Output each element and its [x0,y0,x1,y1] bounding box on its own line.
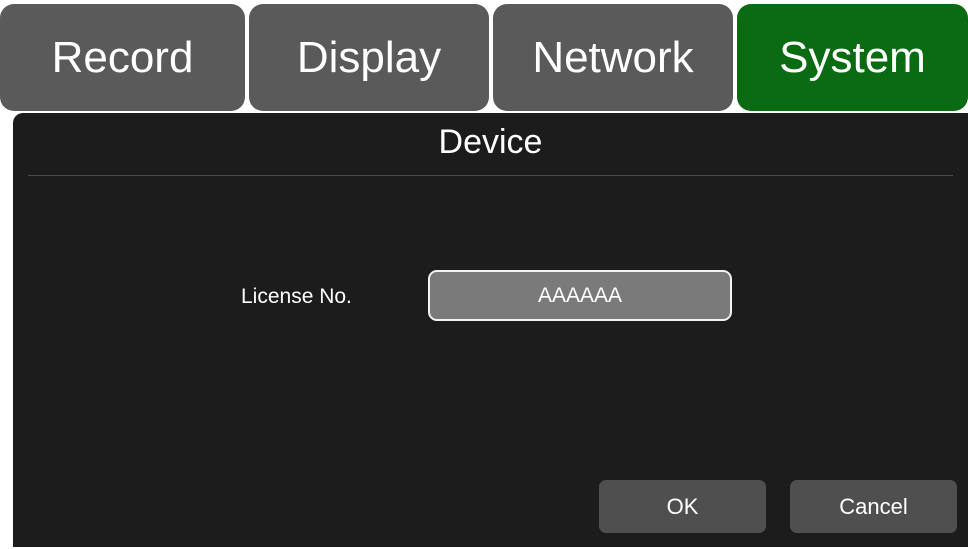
license-number-field[interactable]: AAAAAA [428,270,732,321]
ok-button[interactable]: OK [599,480,766,533]
tab-record[interactable]: Record [0,4,245,111]
title-divider [28,175,953,176]
settings-screen: Record Display Network System Device Lic… [0,0,968,549]
tab-network[interactable]: Network [493,4,733,111]
tab-record-label: Record [51,32,194,82]
tab-system-label: System [779,32,926,82]
tab-display[interactable]: Display [249,4,489,111]
tab-network-label: Network [532,32,694,82]
tab-system[interactable]: System [737,4,968,111]
ok-button-label: OK [666,493,699,519]
license-number-label: License No. [241,285,352,308]
license-number-value: AAAAAA [537,283,623,307]
cancel-button[interactable]: Cancel [790,480,957,533]
device-panel: Device License No. AAAAAA OK Cancel [13,113,968,547]
panel-title: Device [438,123,543,161]
cancel-button-label: Cancel [839,493,908,519]
tab-display-label: Display [296,32,442,82]
